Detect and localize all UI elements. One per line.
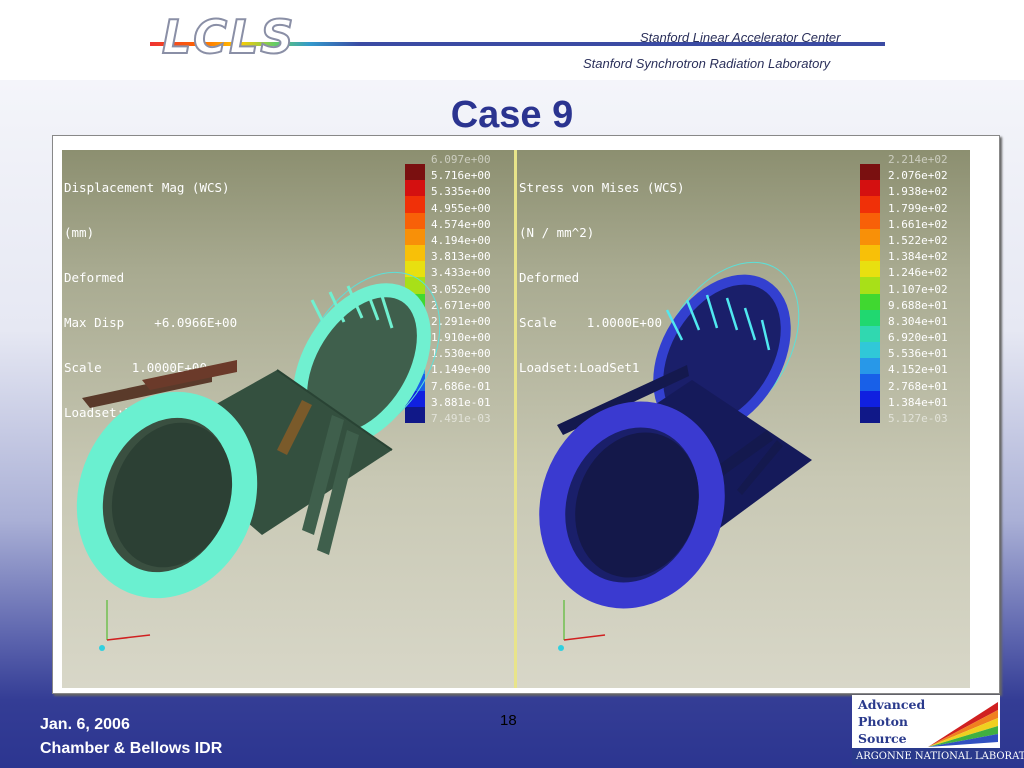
org-name-2: Stanford Synchrotron Radiation Laborator… — [583, 56, 831, 71]
header-bar: LCLS Stanford Linear Accelerator Center … — [0, 0, 1024, 80]
footer-date: Jan. 6, 2006 — [40, 716, 130, 733]
footer-subtitle: Chamber & Bellows IDR — [40, 740, 223, 757]
aps-logo: Advanced Photon Source ARGONNE NATIONAL … — [852, 695, 1024, 765]
slide-title: Case 9 — [450, 94, 574, 136]
aps-rainbow-icon — [928, 702, 998, 747]
argonne-label: ARGONNE NATIONAL LABORATORY — [856, 751, 1024, 762]
lcls-logo: LCLS — [161, 9, 296, 65]
aps-line3: Source — [858, 731, 907, 746]
stress-model — [539, 261, 812, 651]
displacement-panel: Displacement Mag (WCS) (mm) Deformed Max… — [62, 150, 514, 688]
stress-panel: Stress von Mises (WCS) (N / mm^2) Deform… — [517, 150, 970, 688]
aps-line1: Advanced — [858, 697, 926, 712]
aps-line2: Photon — [858, 714, 909, 729]
displacement-model — [76, 271, 441, 651]
org-name-1: Stanford Linear Accelerator Center — [640, 30, 841, 45]
page-number: 18 — [500, 712, 517, 729]
